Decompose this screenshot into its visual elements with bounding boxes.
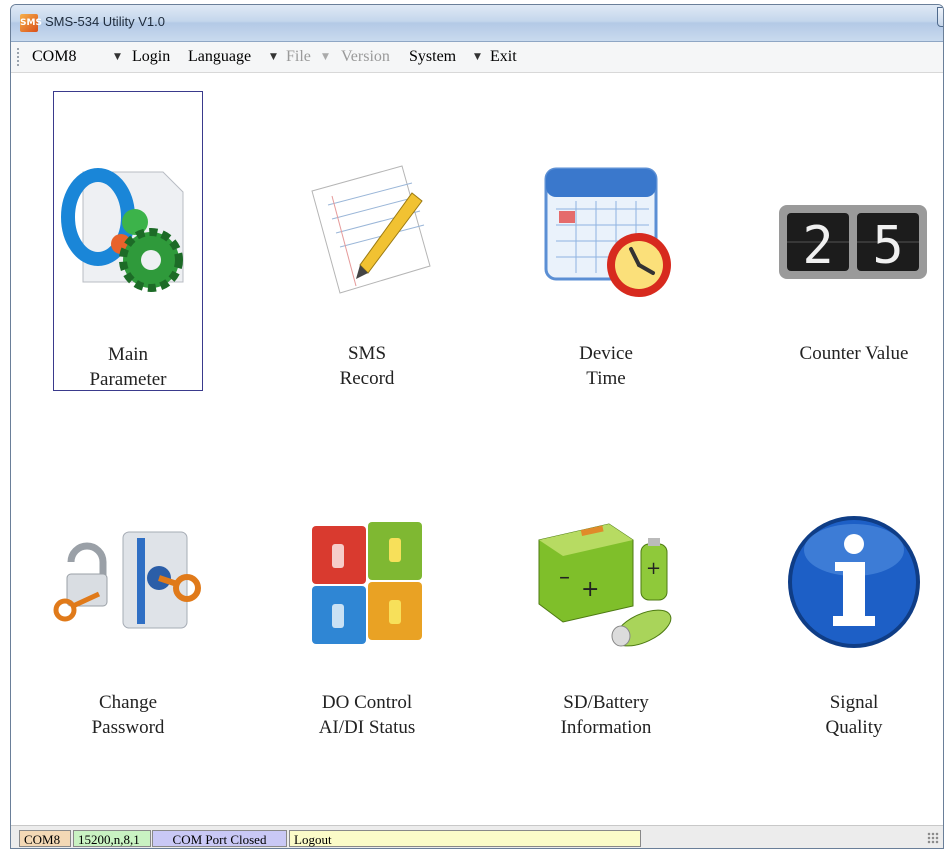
svg-text:+: +: [646, 558, 661, 579]
tile-label: Counter Value: [779, 341, 929, 366]
tile-label: Signal Quality: [779, 690, 929, 740]
status-port-state: COM Port Closed: [152, 830, 287, 847]
language-dropdown-icon[interactable]: ▼: [270, 52, 277, 62]
calendar-clock-icon: [544, 167, 671, 297]
switches-icon: [312, 522, 422, 644]
tile-label-line1: Change: [98, 692, 158, 713]
tile-label-line1: SD/Battery: [563, 692, 649, 713]
lock-key-icon: [53, 531, 201, 629]
tile-label-line1: SMS: [347, 343, 387, 364]
menu-file[interactable]: File: [286, 48, 311, 66]
title-bar[interactable]: SMS SMS-534 Utility V1.0 – □ ✕: [11, 5, 943, 42]
tile-device-time[interactable]: Device Time: [531, 91, 681, 391]
com-port-select[interactable]: COM8: [25, 47, 94, 67]
tile-label-line2: Quality: [825, 717, 883, 738]
menu-exit[interactable]: Exit: [490, 48, 517, 66]
tile-label: Main Parameter: [54, 342, 202, 392]
resize-grip-icon[interactable]: [927, 832, 939, 844]
tile-label-line2: Time: [586, 368, 626, 389]
status-port: COM8: [19, 830, 71, 847]
tile-label-line2: Parameter: [89, 369, 167, 390]
tile-label: SD/Battery Information: [531, 690, 681, 740]
tile-label-line2: Information: [560, 717, 652, 738]
menu-system[interactable]: System: [409, 48, 456, 66]
tile-signal-quality[interactable]: Signal Quality: [779, 440, 929, 740]
tile-label: Change Password: [53, 690, 203, 740]
tile-label: Device Time: [531, 341, 681, 391]
notepad-pencil-icon: [311, 165, 431, 294]
minimize-button[interactable]: –: [937, 7, 943, 27]
tile-sd-battery[interactable]: – + + SD/Battery Information: [531, 440, 681, 740]
counter-digit-2: 5: [872, 216, 903, 276]
tile-label-line2: Password: [91, 717, 165, 738]
tile-label-line1: DO Control: [321, 692, 413, 713]
info-icon: [788, 516, 920, 648]
tile-label: SMS Record: [292, 341, 442, 391]
status-settings: 15200,n,8,1: [73, 830, 151, 847]
tile-main-parameter[interactable]: Main Parameter: [53, 91, 203, 391]
tile-label-line2: Counter Value: [799, 343, 909, 364]
tile-do-control[interactable]: DO Control AI/DI Status: [292, 440, 442, 740]
tile-label: DO Control AI/DI Status: [292, 690, 442, 740]
menu-login[interactable]: Login: [132, 48, 170, 66]
app-icon[interactable]: SMS: [20, 14, 42, 32]
tile-change-password[interactable]: Change Password: [53, 440, 203, 740]
main-panel: Main Parameter SMS Record Device Time 2 …: [11, 73, 943, 825]
menu-bar: COM8 ▼ Login Language ▼ File ▼ Version S…: [11, 42, 943, 73]
com-port-value: COM8: [32, 48, 77, 65]
digital-counter-icon: 2 5: [779, 205, 927, 279]
svg-text:–: –: [559, 565, 570, 590]
com-port-dropdown-icon[interactable]: ▼: [114, 52, 121, 62]
svg-text:+: +: [581, 577, 599, 602]
window-title: SMS-534 Utility V1.0: [45, 14, 165, 29]
tile-counter-value[interactable]: 2 5 Counter Value: [779, 91, 929, 391]
tile-label-line2: AI/DI Status: [318, 717, 416, 738]
system-dropdown-icon[interactable]: ▼: [474, 52, 481, 62]
counter-digit-1: 2: [802, 216, 833, 276]
menu-language[interactable]: Language: [188, 48, 251, 66]
menu-version[interactable]: Version: [341, 48, 390, 66]
tile-label-line1: Main: [107, 344, 149, 365]
file-dropdown-icon[interactable]: ▼: [322, 52, 329, 62]
app-window: SMS SMS-534 Utility V1.0 – □ ✕ COM8 ▼ Lo…: [10, 4, 944, 849]
battery-icon: – + +: [538, 523, 672, 647]
status-bar: COM8 15200,n,8,1 COM Port Closed Logout: [11, 825, 943, 848]
tile-label-line1: Signal: [829, 692, 879, 713]
tile-sms-record[interactable]: SMS Record: [292, 91, 442, 391]
tile-label-line2: Record: [339, 368, 395, 389]
parameter-gear-icon: [61, 168, 184, 292]
tile-label-line1: Device: [579, 343, 633, 364]
toolbar-grip[interactable]: [17, 48, 21, 66]
status-login: Logout: [289, 830, 641, 847]
